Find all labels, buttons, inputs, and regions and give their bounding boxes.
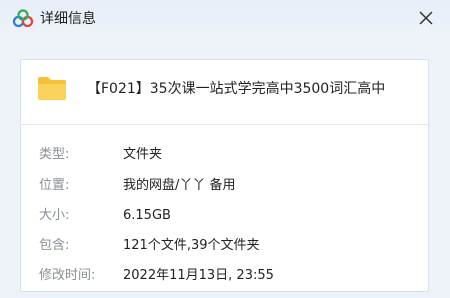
details-dialog: 详细信息 【F021】35次课一站式学完高中3500词汇高中 类型: 文件夹 位… (0, 0, 450, 298)
cloud-logo-icon (12, 9, 34, 28)
location-label: 位置: (39, 178, 70, 193)
dialog-title: 详细信息 (40, 11, 96, 27)
item-header: 【F021】35次课一站式学完高中3500词汇高中 (21, 60, 428, 128)
close-icon[interactable] (414, 6, 438, 30)
type-label: 类型: (39, 147, 70, 162)
size-label: 大小: (39, 208, 70, 223)
modified-label: 修改时间: (39, 268, 96, 283)
modified-value: 2022年11月13日, 23:55 (123, 268, 274, 283)
size-row: 大小: 6.15GB (21, 205, 428, 227)
details-panel: 【F021】35次课一站式学完高中3500词汇高中 类型: 文件夹 位置: 我的… (20, 59, 429, 292)
location-row: 位置: 我的网盘/丫丫 备用 (21, 175, 428, 197)
contains-label: 包含: (39, 238, 70, 253)
contains-value: 121个文件,39个文件夹 (123, 238, 260, 253)
folder-icon (38, 77, 66, 100)
contains-row: 包含: 121个文件,39个文件夹 (21, 235, 428, 257)
title-bar: 详细信息 (0, 0, 450, 40)
modified-row: 修改时间: 2022年11月13日, 23:55 (21, 265, 428, 287)
type-value: 文件夹 (123, 147, 163, 162)
item-name: 【F021】35次课一站式学完高中3500词汇高中 (87, 81, 386, 97)
location-value: 我的网盘/丫丫 备用 (123, 178, 236, 193)
type-row: 类型: 文件夹 (21, 144, 428, 166)
size-value: 6.15GB (123, 208, 171, 223)
header-divider (21, 124, 428, 125)
